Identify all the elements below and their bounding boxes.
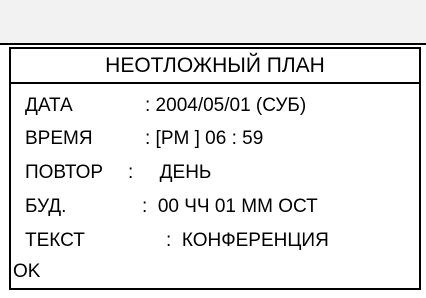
alarm-label: БУД.	[25, 196, 67, 217]
date-value[interactable]: : 2004/05/01 (СУБ)	[145, 94, 306, 118]
top-bar	[0, 0, 426, 43]
time-label: ВРЕМЯ	[25, 128, 93, 149]
repeat-label: ПОВТОР	[25, 162, 104, 183]
date-label: ДАТА	[25, 95, 73, 116]
text-label: ТЕКСТ	[25, 230, 85, 251]
repeat-value[interactable]: : ДЕНЬ	[128, 161, 211, 185]
ok-button[interactable]: OK	[13, 260, 40, 284]
text-value[interactable]: : КОНФЕРЕНЦИЯ	[166, 229, 329, 253]
alarm-value[interactable]: : 00 ЧЧ 01 ММ ОСТ	[142, 195, 318, 219]
time-value[interactable]: : [PM ] 06 : 59	[145, 127, 263, 151]
panel-title: НЕОТЛОЖНЫЙ ПЛАН	[11, 49, 419, 84]
top-divider	[0, 43, 426, 45]
urgent-plan-panel: НЕОТЛОЖНЫЙ ПЛАН ДАТА : 2004/05/01 (СУБ) …	[9, 47, 421, 290]
